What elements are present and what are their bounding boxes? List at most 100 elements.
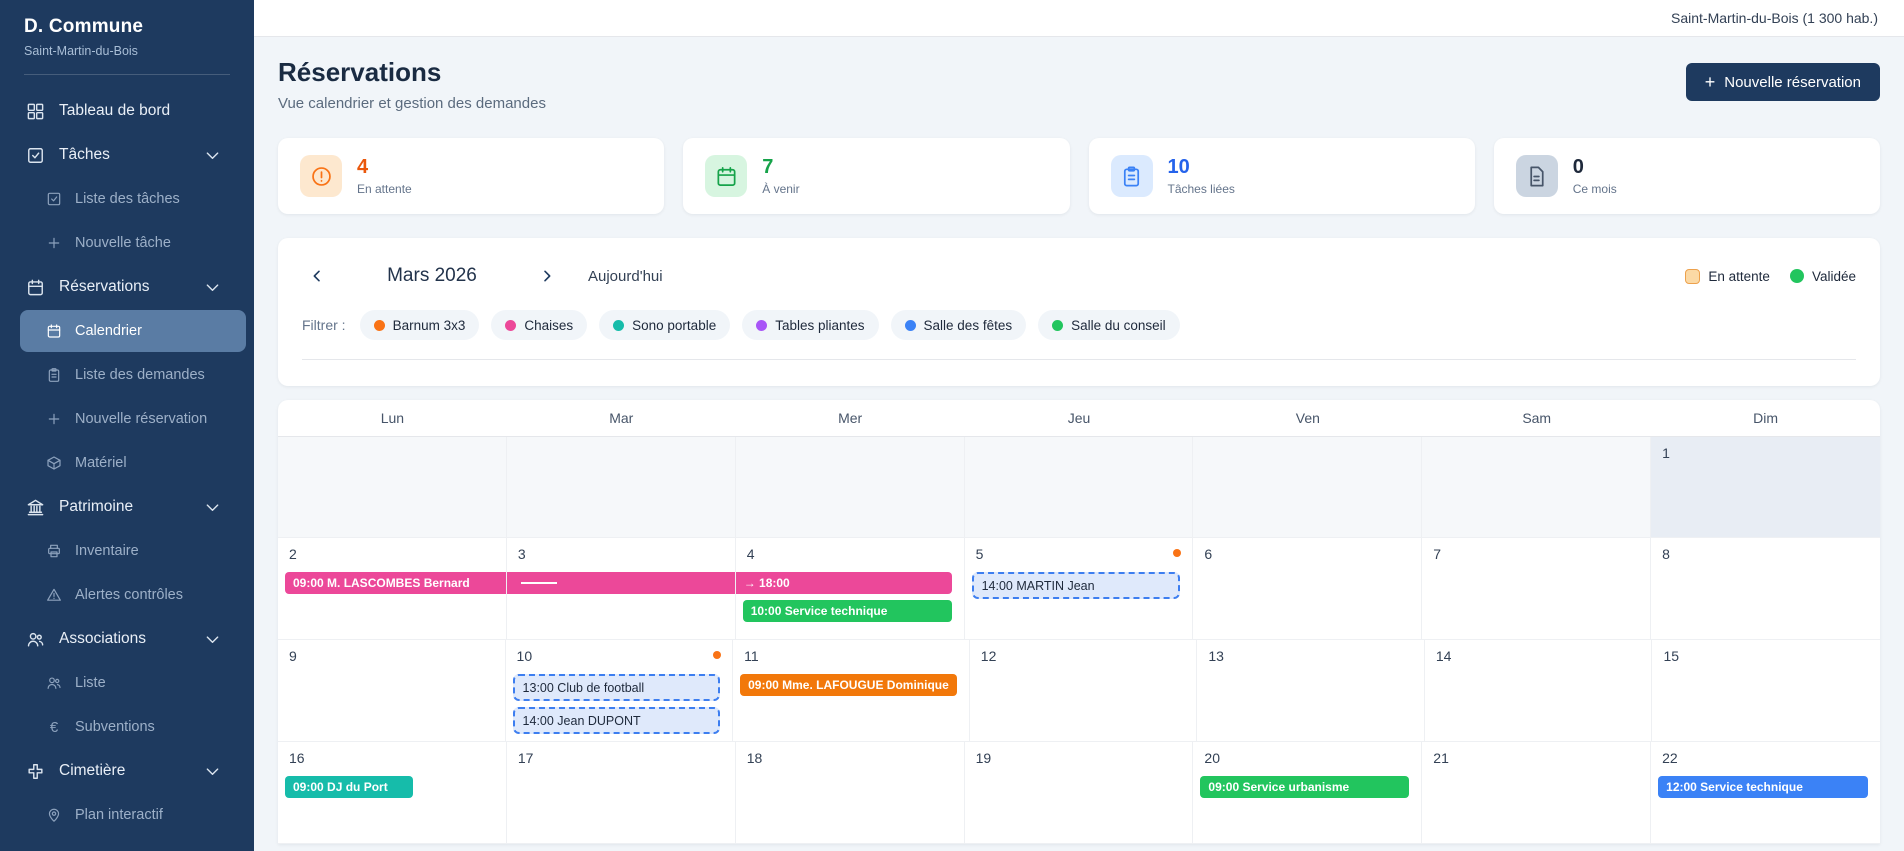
calendar-day-cell[interactable]: 1109:00 Mme. LAFOUGUE Dominique (733, 640, 970, 742)
day-number: 16 (289, 750, 506, 766)
sidebar-item-label: Tableau de bord (59, 102, 170, 120)
sidebar-item-liste[interactable]: Liste (0, 661, 254, 705)
check-square-icon (46, 191, 62, 207)
calendar-event[interactable]: → 18:00 (736, 572, 952, 594)
calendar-day-cell[interactable] (1193, 437, 1422, 538)
sidebar-item-calendrier[interactable]: Calendrier (20, 310, 246, 352)
calendar-day-cell[interactable]: 8 (1651, 538, 1880, 640)
chevron-down-icon (203, 278, 222, 297)
sidebar-item-cimeti-re[interactable]: Cimetière (0, 749, 254, 793)
calendar-day-cell[interactable]: 14 (1425, 640, 1653, 742)
brand: D. Commune Saint-Martin-du-Bois (0, 0, 254, 75)
calendar-week-row: 1 (278, 437, 1880, 538)
sidebar-item-label: Matériel (75, 455, 127, 471)
calendar-event[interactable]: 09:00 DJ du Port (285, 776, 413, 798)
filter-row: Filtrer : Barnum 3x3 Chaises Sono portable… (302, 310, 1856, 360)
calendar-event[interactable]: 12:00 Service technique (1658, 776, 1868, 798)
stat-card: 0Ce mois (1494, 138, 1880, 214)
sidebar-item-tableau-de-bord[interactable]: Tableau de bord (0, 89, 254, 133)
filter-pill-salle-des-f-tes[interactable]: Salle des fêtes (891, 310, 1027, 340)
calendar-day-cell[interactable] (1422, 437, 1651, 538)
calendar-day-cell[interactable]: 2009:00 Service urbanisme (1193, 742, 1422, 844)
events: 14:00 MARTIN Jean (965, 572, 1193, 599)
calendar-day-cell[interactable] (965, 437, 1194, 538)
calendar-event[interactable]: 13:00 Club de football (513, 674, 721, 701)
calendar-event[interactable]: 14:00 Jean DUPONT (513, 707, 721, 734)
calendar-day-cell[interactable]: 17 (507, 742, 736, 844)
calendar-day-cell[interactable]: 18 (736, 742, 965, 844)
calendar-event[interactable]: 09:00 Service urbanisme (1200, 776, 1409, 798)
new-reservation-button[interactable]: + Nouvelle réservation (1686, 63, 1880, 101)
events (507, 572, 735, 594)
weekday-label: Ven (1193, 410, 1422, 426)
sidebar-item-mat-riel[interactable]: Matériel (0, 441, 254, 485)
filter-pill-salle-du-conseil[interactable]: Salle du conseil (1038, 310, 1180, 340)
calendar-nav: Mars 2026 Aujourd'hui En attenteValidée (302, 260, 1856, 292)
calendar-day-cell[interactable]: 4→ 18:0010:00 Service technique (736, 538, 965, 640)
alert-triangle-icon (46, 587, 62, 603)
calendar-day-cell[interactable]: 7 (1422, 538, 1651, 640)
sidebar-item-t-ches[interactable]: Tâches (0, 133, 254, 177)
calendar-day-cell[interactable]: 3 (507, 538, 736, 640)
stat-label: Ce mois (1573, 182, 1617, 196)
page-title: Réservations (278, 57, 546, 88)
topbar: Saint-Martin-du-Bois (1 300 hab.) (254, 0, 1904, 37)
file-icon (1516, 155, 1558, 197)
sidebar-item-patrimoine[interactable]: Patrimoine (0, 485, 254, 529)
sidebar-item-alertes-contr-les[interactable]: Alertes contrôles (0, 573, 254, 617)
users-icon (46, 675, 62, 691)
calendar-day-cell[interactable]: 6 (1193, 538, 1422, 640)
calendar-event[interactable] (507, 572, 735, 594)
sidebar-item-associations[interactable]: Associations (0, 617, 254, 661)
next-month-button[interactable] (532, 261, 562, 291)
calendar-day-cell[interactable]: 1 (1651, 437, 1880, 538)
calendar-event[interactable]: 09:00 M. LASCOMBES Bernard (285, 572, 506, 594)
calendar-day-cell[interactable]: 13 (1197, 640, 1425, 742)
today-button[interactable]: Aujourd'hui (588, 268, 663, 285)
calendar-day-cell[interactable]: 15 (1652, 640, 1880, 742)
calendar-day-cell[interactable] (507, 437, 736, 538)
calendar-day-cell[interactable]: 16 09:00 DJ du Port (278, 742, 507, 844)
calendar-grid: 1209:00 M. LASCOMBES Bernard34→ 18:0010:… (278, 437, 1880, 844)
calendar-day-cell[interactable]: 9 (278, 640, 506, 742)
sidebar-item-nouvelle-r-servation[interactable]: Nouvelle réservation (0, 397, 254, 441)
calendar-day-cell[interactable]: 19 (965, 742, 1194, 844)
legend-swatch (1685, 269, 1700, 284)
sidebar-item-nouvelle-t-che[interactable]: Nouvelle tâche (0, 221, 254, 265)
calendar-week-row: 91013:00 Club de football14:00 Jean DUPO… (278, 640, 1880, 742)
prev-month-button[interactable] (302, 261, 332, 291)
calendar-day-cell[interactable]: 209:00 M. LASCOMBES Bernard (278, 538, 507, 640)
filter-pill-barnum-3x3[interactable]: Barnum 3x3 (360, 310, 480, 340)
filter-label: Filtrer : (302, 317, 346, 333)
weekday-label: Mer (736, 410, 965, 426)
filter-pill-sono-portable[interactable]: Sono portable (599, 310, 730, 340)
calendar-day-cell[interactable] (278, 437, 507, 538)
calendar-day-cell[interactable]: 2212:00 Service technique (1651, 742, 1880, 844)
calendar-event[interactable]: 10:00 Service technique (743, 600, 952, 622)
printer-icon (46, 543, 62, 559)
chevron-down-icon (203, 630, 222, 649)
sidebar-item-subventions[interactable]: €Subventions (0, 705, 254, 749)
calendar-event[interactable]: 14:00 MARTIN Jean (972, 572, 1181, 599)
sidebar-item-inventaire[interactable]: Inventaire (0, 529, 254, 573)
calendar-day-cell[interactable]: 514:00 MARTIN Jean (965, 538, 1194, 640)
legend-label: En attente (1708, 269, 1770, 284)
sidebar-item-liste-des-demandes[interactable]: Liste des demandes (0, 353, 254, 397)
calendar-day-cell[interactable]: 21 (1422, 742, 1651, 844)
calendar-day-cell[interactable]: 1013:00 Club de football14:00 Jean DUPON… (506, 640, 734, 742)
sidebar-item-label: Liste (75, 675, 106, 691)
calendar-day-cell[interactable]: 12 (970, 640, 1198, 742)
sidebar-item-plan-interactif[interactable]: Plan interactif (0, 793, 254, 837)
weekday-label: Mar (507, 410, 736, 426)
sidebar-item-label: Nouvelle réservation (75, 411, 207, 427)
stat-text: 4En attente (357, 156, 412, 196)
sidebar-item-label: Plan interactif (75, 807, 163, 823)
sidebar-item-liste-des-t-ches[interactable]: Liste des tâches (0, 177, 254, 221)
filter-pill-chaises[interactable]: Chaises (491, 310, 587, 340)
calendar-event[interactable]: 09:00 Mme. LAFOUGUE Dominique (740, 674, 957, 696)
sidebar-item-label: Subventions (75, 719, 155, 735)
sidebar-item-r-servations[interactable]: Réservations (0, 265, 254, 309)
filter-pill-tables-pliantes[interactable]: Tables pliantes (742, 310, 878, 340)
calendar-day-cell[interactable] (736, 437, 965, 538)
day-number: 19 (976, 750, 1193, 766)
